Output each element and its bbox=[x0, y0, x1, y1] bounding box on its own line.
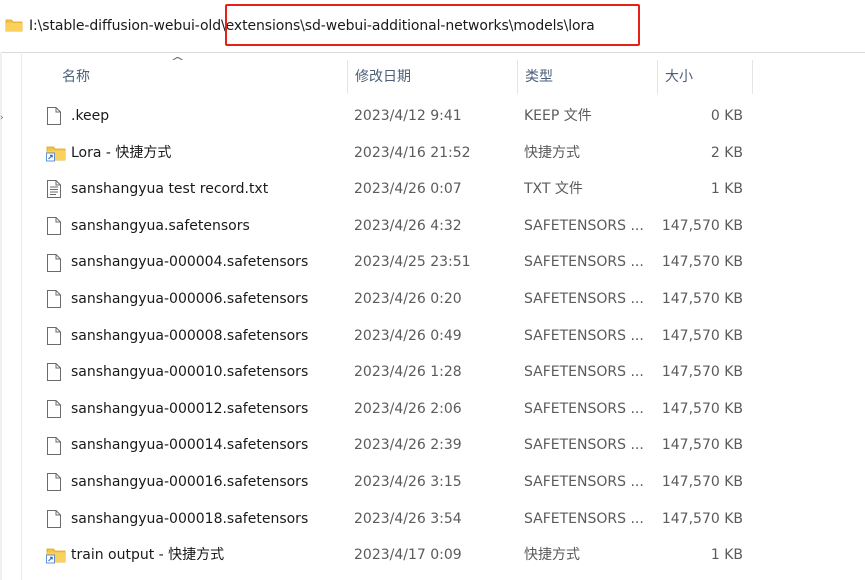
file-type: SAFETENSORS ... bbox=[524, 473, 644, 490]
file-type: SAFETENSORS ... bbox=[524, 400, 644, 417]
file-icon bbox=[46, 464, 68, 501]
file-name: sanshangyua-000018.safetensors bbox=[71, 510, 309, 527]
file-icon bbox=[46, 318, 68, 355]
file-type: KEEP 文件 bbox=[524, 108, 592, 124]
file-row[interactable]: .keep 2023/4/12 9:41 KEEP 文件 0 KB bbox=[22, 98, 865, 135]
file-name: sanshangyua test record.txt bbox=[71, 181, 269, 198]
file-row[interactable]: sanshangyua.safetensors 2023/4/26 4:32 SAF… bbox=[22, 208, 865, 245]
file-name: sanshangyua-000008.safetensors bbox=[71, 327, 309, 344]
scroll-arrow-icon[interactable]: › bbox=[0, 113, 4, 123]
file-row[interactable]: Lora - 快捷方式 2023/4/16 21:52 快捷方式 2 KB bbox=[22, 135, 865, 172]
file-type: SAFETENSORS ... bbox=[524, 510, 644, 527]
file-name: sanshangyua-000012.safetensors bbox=[71, 400, 309, 417]
file-row[interactable]: sanshangyua-000006.safetensors 2023/4/26 … bbox=[22, 281, 865, 318]
file-type: SAFETENSORS ... bbox=[524, 254, 644, 271]
file-icon bbox=[46, 244, 68, 281]
column-header-type[interactable]: 类型 bbox=[517, 60, 657, 94]
file-size: 147,570 KB bbox=[661, 437, 743, 454]
file-icon bbox=[46, 391, 68, 428]
file-row[interactable]: sanshangyua-000010.safetensors 2023/4/26 … bbox=[22, 354, 865, 391]
file-date-modified: 2023/4/12 9:41 bbox=[354, 108, 462, 124]
file-date-modified: 2023/4/26 0:07 bbox=[354, 181, 462, 198]
file-date-modified: 2023/4/26 2:06 bbox=[354, 400, 462, 417]
file-icon bbox=[46, 354, 68, 391]
column-header-date[interactable]: 修改日期 bbox=[347, 60, 517, 94]
file-row[interactable]: sanshangyua-000018.safetensors 2023/4/26 … bbox=[22, 501, 865, 538]
column-header-name[interactable]: 名称 bbox=[54, 60, 347, 94]
column-divider[interactable] bbox=[752, 60, 753, 94]
file-date-modified: 2023/4/26 2:39 bbox=[354, 437, 462, 454]
file-icon bbox=[46, 501, 68, 538]
file-type: SAFETENSORS ... bbox=[524, 364, 644, 381]
file-date-modified: 2023/4/26 0:49 bbox=[354, 327, 462, 344]
file-date-modified: 2023/4/26 1:28 bbox=[354, 364, 462, 381]
file-name: sanshangyua-000004.safetensors bbox=[71, 254, 309, 271]
file-size: 0 KB bbox=[710, 108, 743, 124]
highlight-box bbox=[225, 4, 640, 46]
file-size: 147,570 KB bbox=[661, 473, 743, 490]
file-date-modified: 2023/4/26 4:32 bbox=[354, 217, 462, 234]
column-header-row: 名称 修改日期 类型 大小 bbox=[22, 60, 865, 94]
file-size: 147,570 KB bbox=[661, 217, 743, 234]
folder-icon bbox=[5, 17, 23, 33]
file-date-modified: 2023/4/25 23:51 bbox=[354, 254, 471, 271]
file-size: 147,570 KB bbox=[661, 327, 743, 344]
file-date-modified: 2023/4/26 3:15 bbox=[354, 473, 462, 490]
folder-shortcut-icon bbox=[46, 537, 68, 574]
file-name: sanshangyua-000014.safetensors bbox=[71, 437, 309, 454]
file-size: 147,570 KB bbox=[661, 510, 743, 527]
file-size: 1 KB bbox=[710, 181, 743, 198]
file-row[interactable]: sanshangyua-000004.safetensors 2023/4/25 … bbox=[22, 244, 865, 281]
file-name: .keep bbox=[71, 108, 110, 124]
file-name: Lora - 快捷方式 bbox=[71, 144, 172, 161]
file-size: 2 KB bbox=[710, 144, 743, 161]
file-explorer-window: I:\stable-diffusion-webui-old\extensions… bbox=[0, 0, 865, 580]
file-type: SAFETENSORS ... bbox=[524, 437, 644, 454]
file-size: 147,570 KB bbox=[661, 400, 743, 417]
file-size: 147,570 KB bbox=[661, 364, 743, 381]
file-row[interactable]: sanshangyua-000016.safetensors 2023/4/26 … bbox=[22, 464, 865, 501]
file-type: TXT 文件 bbox=[524, 181, 583, 198]
file-date-modified: 2023/4/16 21:52 bbox=[354, 144, 471, 161]
folder-shortcut-icon bbox=[46, 135, 68, 172]
file-name: sanshangyua-000010.safetensors bbox=[71, 364, 309, 381]
file-date-modified: 2023/4/26 3:54 bbox=[354, 510, 462, 527]
file-size: 147,570 KB bbox=[661, 254, 743, 271]
file-name: train output - 快捷方式 bbox=[71, 547, 225, 564]
file-name: sanshangyua-000006.safetensors bbox=[71, 290, 309, 307]
file-date-modified: 2023/4/26 0:20 bbox=[354, 290, 462, 307]
file-name: sanshangyua-000016.safetensors bbox=[71, 473, 309, 490]
file-list: .keep 2023/4/12 9:41 KEEP 文件 0 KB Lora - 快捷方… bbox=[22, 98, 865, 574]
file-row[interactable]: sanshangyua test record.txt 2023/4/26 0:0… bbox=[22, 171, 865, 208]
file-name: sanshangyua.safetensors bbox=[71, 217, 250, 234]
file-icon bbox=[46, 427, 68, 464]
file-icon bbox=[46, 281, 68, 318]
file-icon bbox=[46, 98, 68, 135]
file-size: 147,570 KB bbox=[661, 290, 743, 307]
column-header-size[interactable]: 大小 bbox=[657, 60, 752, 94]
file-row[interactable]: sanshangyua-000012.safetensors 2023/4/26 … bbox=[22, 391, 865, 428]
text-file-icon bbox=[46, 171, 68, 208]
file-date-modified: 2023/4/17 0:09 bbox=[354, 547, 462, 564]
file-type: 快捷方式 bbox=[524, 144, 580, 161]
file-row[interactable]: sanshangyua-000014.safetensors 2023/4/26 … bbox=[22, 427, 865, 464]
file-icon bbox=[46, 208, 68, 245]
file-type: SAFETENSORS ... bbox=[524, 217, 644, 234]
file-row[interactable]: sanshangyua-000008.safetensors 2023/4/26 … bbox=[22, 318, 865, 355]
navigation-pane[interactable] bbox=[0, 52, 2, 580]
file-size: 1 KB bbox=[710, 547, 743, 564]
file-type: SAFETENSORS ... bbox=[524, 327, 644, 344]
address-bar[interactable]: I:\stable-diffusion-webui-old\extensions… bbox=[0, 0, 865, 53]
file-row[interactable]: train output - 快捷方式 2023/4/17 0:09 快捷方式 1 K… bbox=[22, 537, 865, 574]
file-type: SAFETENSORS ... bbox=[524, 290, 644, 307]
file-type: 快捷方式 bbox=[524, 547, 580, 564]
